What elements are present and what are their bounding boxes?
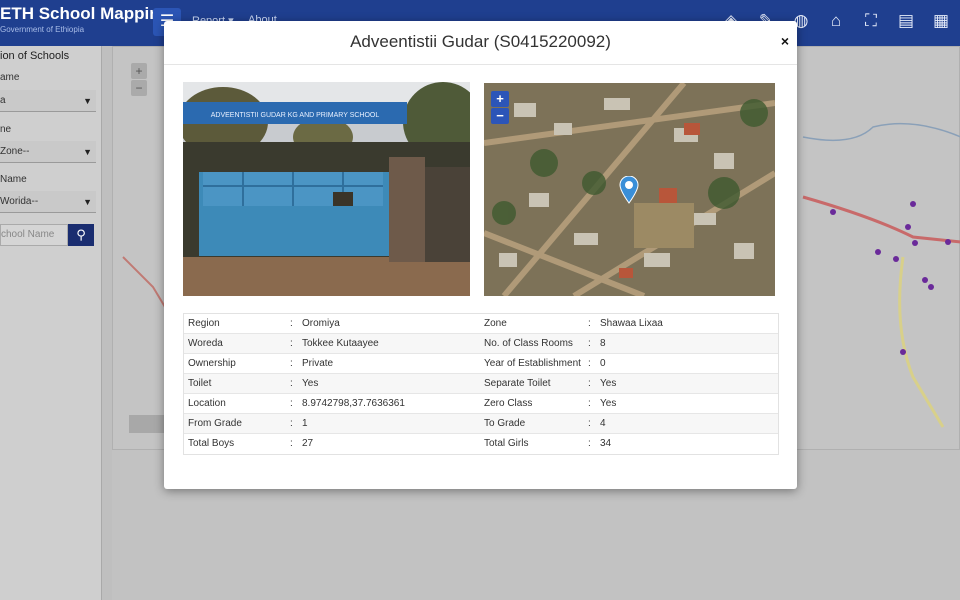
field-colon: : <box>290 338 293 349</box>
fullscreen-icon[interactable]: ⛶ <box>860 10 882 32</box>
field-label: Location <box>188 398 226 409</box>
field-label: Total Boys <box>188 438 235 449</box>
field-label: No. of Class Rooms <box>484 338 573 349</box>
field-colon: : <box>290 378 293 389</box>
field-label: From Grade <box>188 418 242 429</box>
map-marker-icon[interactable] <box>619 176 639 204</box>
field-label: Woreda <box>188 338 223 349</box>
sidebar: ion of Schools ame a ▼ ne Zone-- ▼ Name … <box>0 46 102 600</box>
field-colon: : <box>588 378 591 389</box>
zoom-out-icon[interactable]: − <box>491 108 509 124</box>
field-value: Private <box>302 358 334 369</box>
field-colon: : <box>588 318 591 329</box>
table-row: From Grade:1 To Grade:4 <box>184 414 778 434</box>
table-row: Total Boys:27 Total Girls:34 <box>184 434 778 454</box>
field-label: Region <box>188 318 220 329</box>
field-label: Zero Class <box>484 398 533 409</box>
field-colon: : <box>588 418 591 429</box>
field-value: 8.9742798,37.7636361 <box>302 398 405 409</box>
woreda-label: Name <box>0 174 27 185</box>
field-colon: : <box>588 438 591 449</box>
field-label: Ownership <box>188 358 236 369</box>
field-value: 4 <box>600 418 606 429</box>
field-value: Yes <box>600 398 617 409</box>
search-icon: ⚲ <box>76 227 86 242</box>
woreda-select-value: Worida-- <box>0 196 39 207</box>
school-detail-modal: Adveentistii Gudar (S0415220092) × ADVEE… <box>164 21 797 489</box>
field-label: Year of Establishment <box>484 358 581 369</box>
school-photo: ADVEENTISTII GUDAR KG AND PRIMARY SCHOOL <box>183 82 470 296</box>
field-value: 1 <box>302 418 308 429</box>
chevron-down-icon: ▼ <box>83 96 92 106</box>
field-colon: : <box>290 398 293 409</box>
region-select-value: a <box>0 95 6 106</box>
field-value: Yes <box>600 378 617 389</box>
table-row: Location:8.9742798,37.7636361 Zero Class:… <box>184 394 778 414</box>
sidebar-title: ion of Schools <box>0 50 70 62</box>
brand-title: ETH School Mapping <box>0 4 170 23</box>
zone-label: ne <box>0 124 12 135</box>
field-label: Separate Toilet <box>484 378 551 389</box>
school-location-map[interactable]: + − <box>484 83 775 296</box>
map-icon[interactable]: ▤ <box>895 10 917 32</box>
chevron-down-icon: ▼ <box>83 147 92 157</box>
chevron-down-icon: ▼ <box>83 197 92 207</box>
brand[interactable]: ETH School Mapping Government of Ethiopi… <box>0 4 170 34</box>
field-value: 0 <box>600 358 606 369</box>
modal-header: Adveentistii Gudar (S0415220092) × <box>164 21 797 65</box>
region-select[interactable]: a ▼ <box>0 90 96 112</box>
field-colon: : <box>290 318 293 329</box>
field-value: Oromiya <box>302 318 340 329</box>
field-value: Shawaa Lixaa <box>600 318 663 329</box>
brand-subtitle: Government of Ethiopia <box>0 25 85 34</box>
field-colon: : <box>290 358 293 369</box>
table-row: Ownership: Private Year of Establishment:0 <box>184 354 778 374</box>
field-value: Yes <box>302 378 319 389</box>
school-photo-graphic: ADVEENTISTII GUDAR KG AND PRIMARY SCHOOL <box>183 82 470 296</box>
field-label: Toilet <box>188 378 212 389</box>
school-sign-text: ADVEENTISTII GUDAR KG AND PRIMARY SCHOOL <box>211 112 380 119</box>
table-row: Woreda: Tokkee Kutaayee No. of Class Rooms… <box>184 334 778 354</box>
zone-select[interactable]: Zone-- ▼ <box>0 141 96 163</box>
table-row: Region: Oromiya Zone: Shawaa Lixaa <box>184 314 778 334</box>
modal-title: Adveentistii Gudar (S0415220092) <box>350 32 611 51</box>
zoom-in-icon[interactable]: + <box>491 91 509 107</box>
home-icon[interactable]: ⌂ <box>825 10 847 32</box>
layers-alt-icon[interactable]: ▦ <box>930 10 952 32</box>
close-icon[interactable]: × <box>781 33 789 49</box>
field-colon: : <box>290 418 293 429</box>
field-colon: : <box>290 438 293 449</box>
field-value: 34 <box>600 438 612 449</box>
woreda-select[interactable]: Worida-- ▼ <box>0 191 96 213</box>
field-colon: : <box>588 338 591 349</box>
field-value: Tokkee Kutaayee <box>302 338 379 349</box>
school-search-input[interactable]: chool Name <box>0 224 68 246</box>
field-colon: : <box>588 358 591 369</box>
school-info-table: Region: Oromiya Zone: Shawaa Lixaa Woreda: To… <box>183 313 779 455</box>
table-row: Toilet: Yes Separate Toilet: Yes <box>184 374 778 394</box>
search-button[interactable]: ⚲ <box>68 224 94 246</box>
field-label: Zone <box>484 318 507 329</box>
field-value: 27 <box>302 438 314 449</box>
field-value: 8 <box>600 338 606 349</box>
field-label: To Grade <box>484 418 526 429</box>
region-label: ame <box>0 72 20 83</box>
zone-select-value: Zone-- <box>0 146 30 157</box>
field-label: Total Girls <box>484 438 529 449</box>
field-colon: : <box>588 398 591 409</box>
